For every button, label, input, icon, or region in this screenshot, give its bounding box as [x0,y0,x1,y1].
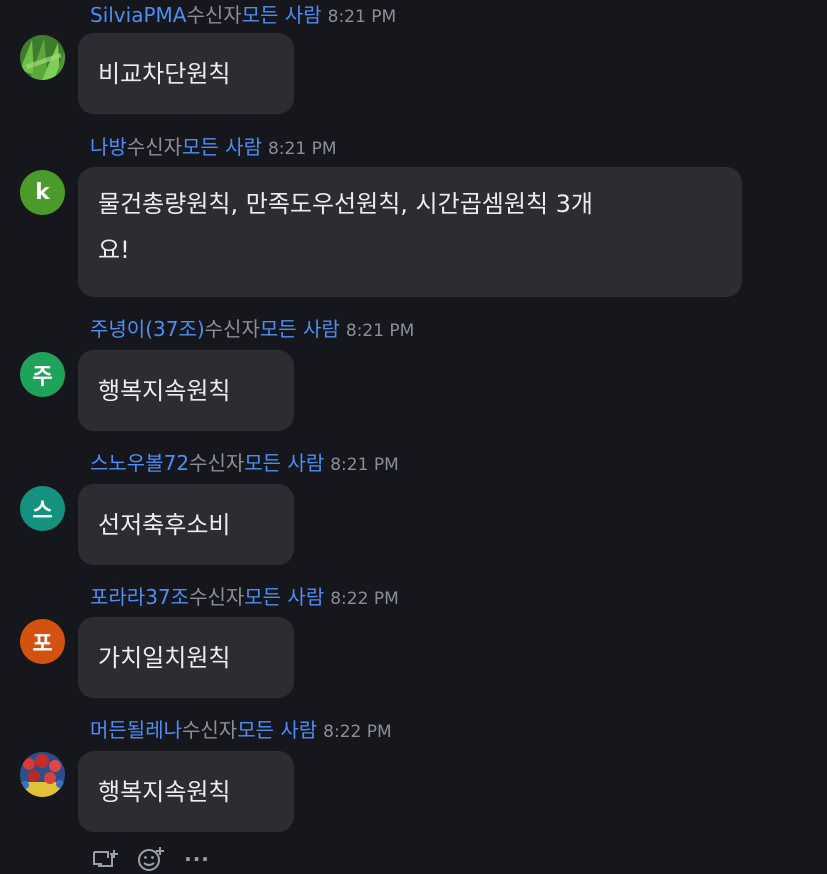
message-text: 선저축후소비 [98,510,231,539]
grass-photo-avatar-icon [20,35,65,80]
recipient-label: 수신자 [186,3,242,27]
audience-label[interactable]: 모든 사람 [244,451,324,475]
avatar[interactable] [20,752,65,797]
sender-name[interactable]: 머든될레나 [90,718,182,742]
message-time: 8:22 PM [323,722,392,742]
recipient-label: 수신자 [189,585,245,609]
more-options-label: ··· [184,847,210,871]
avatar[interactable]: 포 [20,619,65,664]
chat-message-list: SilviaPMA수신자모든 사람 8:21 PM 비교차단원칙 k 나방수신자모… [0,0,827,871]
audience-label[interactable]: 모든 사람 [260,317,340,341]
avatar-letter: 포 [32,631,53,657]
audience-label[interactable]: 모든 사람 [182,135,262,159]
message-bubble[interactable]: 가치일치원칙 [78,617,294,698]
audience-label[interactable]: 모든 사람 [244,585,324,609]
avatar[interactable]: 주 [20,352,65,397]
sender-name[interactable]: SilviaPMA [90,3,186,27]
recipient-label: 수신자 [189,451,245,475]
message-bubble[interactable]: 행복지속원칙 [78,350,294,431]
sender-name[interactable]: 스노우볼72 [90,451,189,475]
avatar-letter: k [35,180,50,205]
avatar-letter: 주 [32,364,53,390]
message-text: 행복지속원칙 [98,777,231,806]
avatar-letter: 스 [32,498,53,524]
sender-name[interactable]: 주녕이(37조) [90,317,205,341]
flowers-photo-avatar-icon [20,752,65,797]
message-time: 8:22 PM [330,589,399,609]
audience-label[interactable]: 모든 사람 [237,718,317,742]
sender-name[interactable]: 포라라37조 [90,585,189,609]
recipient-label: 수신자 [204,317,260,341]
message-bubble[interactable]: 비교차단원칙 [78,33,294,114]
avatar[interactable] [20,35,65,80]
message-bubble[interactable]: 선저축후소비 [78,484,294,565]
message-time: 8:21 PM [345,321,415,341]
message-time: 8:21 PM [267,139,337,159]
avatar[interactable]: 스 [20,486,65,531]
message-text-line: 물건총량원칙, 만족도우선원칙, 시간곱셈원칙 3개 [98,190,594,218]
avatar[interactable]: k [20,170,65,215]
message-bubble[interactable]: 행복지속원칙 [78,751,294,832]
message-bubble[interactable]: 물건총량원칙, 만족도우선원칙, 시간곱셈원칙 3개 요! [78,167,742,297]
recipient-label: 수신자 [182,718,238,742]
message-text: 행복지속원칙 [98,376,231,405]
sender-name[interactable]: 나방 [90,135,127,159]
message-time: 8:21 PM [330,455,399,475]
message-text: 가치일치원칙 [98,643,231,672]
message-text-line: 요! [98,236,130,264]
recipient-label: 수신자 [126,135,183,159]
audience-label[interactable]: 모든 사람 [242,3,322,27]
message-time: 8:21 PM [327,7,397,27]
message-text: 비교차단원칙 [98,59,231,88]
